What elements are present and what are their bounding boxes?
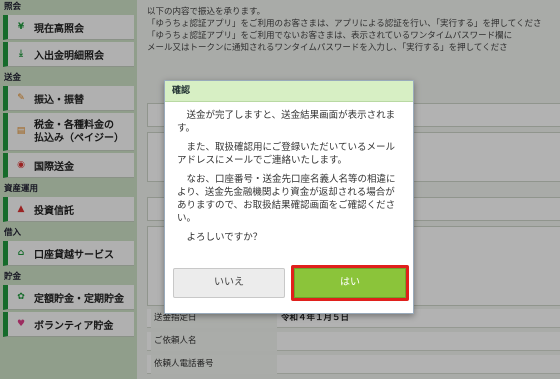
- confirm-dialog: 確認 送金が完了しますと、送金結果画面が表示されます。 また、取扱確認用にご登録…: [164, 80, 414, 314]
- yes-button-highlight: はい: [291, 265, 409, 301]
- dialog-title: 確認: [165, 81, 413, 102]
- no-button[interactable]: いいえ: [173, 268, 285, 298]
- dialog-paragraph: なお、口座番号・送金先口座名義人名等の相違により、送金先金融機関より資金が返却さ…: [177, 174, 396, 224]
- yes-button[interactable]: はい: [294, 268, 406, 298]
- dialog-body: 送金が完了しますと、送金結果画面が表示されます。 また、取扱確認用にご登録いただ…: [165, 102, 413, 244]
- dialog-question: よろしいですか？: [186, 232, 263, 243]
- dialog-paragraph: また、取扱確認用にご登録いただいているメールアドレスにメールでご連絡いたします。: [177, 142, 396, 166]
- dialog-paragraph: 送金が完了しますと、送金結果画面が表示されます。: [177, 110, 396, 134]
